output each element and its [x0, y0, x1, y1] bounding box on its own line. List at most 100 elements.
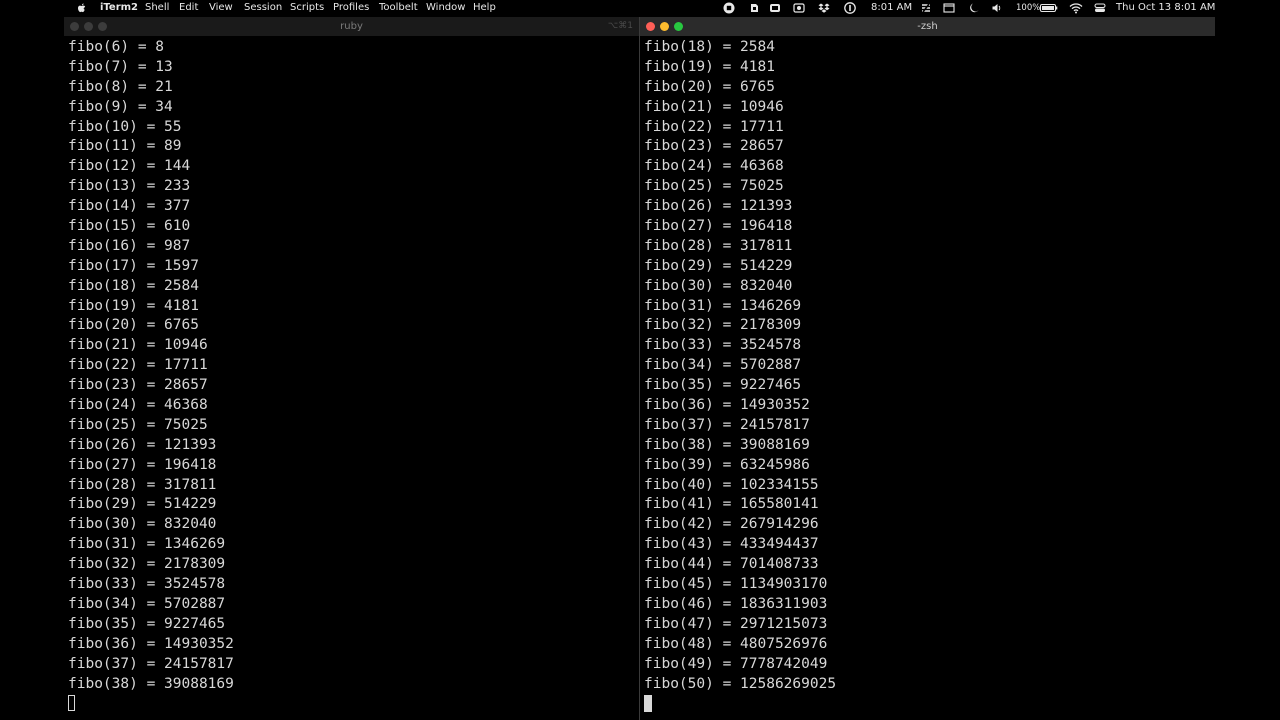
window-title: ruby	[340, 21, 363, 32]
terminal-line: fibo(37) = 24157817	[68, 655, 234, 672]
menu-edit[interactable]: Edit	[179, 0, 198, 16]
menu-scripts[interactable]: Scripts	[290, 0, 324, 16]
menu-bar: iTerm2 Shell Edit View Session Scripts P…	[0, 0, 1280, 16]
terminal-line: fibo(44) = 701408733	[644, 556, 819, 573]
prompt-line[interactable]	[68, 694, 639, 714]
terminal-line: fibo(29) = 514229	[68, 496, 217, 513]
terminal-line: fibo(21) = 10946	[644, 98, 784, 115]
terminal-window-ruby[interactable]: ruby ⌥⌘1 fibo(6) = 8 fibo(7) = 13 fibo(8) …	[64, 17, 639, 720]
terminal-line: fibo(11) = 89	[68, 138, 182, 155]
terminal-line: fibo(6) = 8	[68, 39, 165, 55]
terminal-line: fibo(17) = 1597	[68, 257, 199, 274]
menu-time-short[interactable]: 8:01 AM	[871, 0, 912, 16]
terminal-line: fibo(28) = 317811	[644, 237, 793, 254]
battery-percent[interactable]: 100%	[1016, 0, 1040, 16]
terminal-line: fibo(12) = 144	[68, 158, 191, 175]
menu-window[interactable]: Window	[426, 0, 465, 16]
cursor	[68, 695, 75, 712]
terminal-line: fibo(46) = 1836311903	[644, 595, 828, 612]
terminal-line: fibo(33) = 3524578	[68, 576, 226, 593]
terminal-line: fibo(37) = 24157817	[644, 416, 810, 433]
minimize-button[interactable]	[660, 22, 669, 31]
terminal-line: fibo(18) = 2584	[644, 39, 775, 55]
terminal-line: fibo(30) = 832040	[68, 516, 217, 533]
terminal-line: fibo(34) = 5702887	[68, 595, 226, 612]
terminal-line: fibo(38) = 39088169	[68, 675, 234, 692]
stripes-icon[interactable]	[920, 2, 932, 14]
terminal-line: fibo(28) = 317811	[68, 476, 217, 493]
onepassword-icon[interactable]	[844, 2, 856, 14]
terminal-line: fibo(15) = 610	[68, 218, 191, 235]
menu-app-name[interactable]: iTerm2	[100, 0, 138, 16]
maximize-button[interactable]	[98, 22, 107, 31]
terminal-line: fibo(14) = 377	[68, 198, 191, 215]
terminal-line: fibo(23) = 28657	[68, 377, 208, 394]
menu-help[interactable]: Help	[473, 0, 496, 16]
window-titlebar[interactable]: -zsh	[640, 17, 1215, 36]
battery-icon[interactable]	[1040, 2, 1058, 14]
evernote-icon[interactable]	[748, 2, 760, 14]
terminal-line: fibo(10) = 55	[68, 118, 182, 135]
terminal-line: fibo(29) = 514229	[644, 257, 793, 274]
control-center-icon[interactable]	[1094, 2, 1106, 14]
terminal-line: fibo(19) = 4181	[644, 58, 775, 75]
maximize-button[interactable]	[674, 22, 683, 31]
screen-icon[interactable]	[769, 2, 781, 14]
menu-profiles[interactable]: Profiles	[333, 0, 369, 16]
terminal-line: fibo(42) = 267914296	[644, 516, 819, 533]
menu-toolbelt[interactable]: Toolbelt	[379, 0, 418, 16]
terminal-line: fibo(20) = 6765	[644, 78, 775, 95]
dropbox-icon[interactable]	[818, 2, 830, 14]
terminal-line: fibo(24) = 46368	[68, 397, 208, 414]
terminal-line: fibo(31) = 1346269	[644, 297, 802, 314]
terminal-line: fibo(40) = 102334155	[644, 476, 819, 493]
terminal-line: fibo(47) = 2971215073	[644, 615, 828, 632]
terminal-line: fibo(33) = 3524578	[644, 337, 802, 354]
terminal-line: fibo(38) = 39088169	[644, 436, 810, 453]
terminal-line: fibo(25) = 75025	[68, 416, 208, 433]
terminal-line: fibo(36) = 14930352	[68, 635, 234, 652]
terminal-line: fibo(35) = 9227465	[644, 377, 802, 394]
terminal-line: fibo(43) = 433494437	[644, 536, 819, 553]
terminal-line: fibo(7) = 13	[68, 58, 173, 75]
menu-session[interactable]: Session	[244, 0, 282, 16]
terminal-line: fibo(32) = 2178309	[68, 556, 226, 573]
terminal-line: fibo(48) = 4807526976	[644, 635, 828, 652]
moon-icon[interactable]	[968, 2, 980, 14]
terminal-output[interactable]: fibo(6) = 8 fibo(7) = 13 fibo(8) = 21 fibo(…	[68, 38, 639, 720]
terminal-line: fibo(25) = 75025	[644, 178, 784, 195]
close-button[interactable]	[70, 22, 79, 31]
wifi-icon[interactable]	[1069, 2, 1083, 14]
terminal-line: fibo(8) = 21	[68, 78, 173, 95]
terminal-line: fibo(45) = 1134903170	[644, 576, 828, 593]
terminal-window-zsh[interactable]: -zsh fibo(18) = 2584 fibo(19) = 4181 fibo(…	[640, 17, 1215, 720]
menu-shell[interactable]: Shell	[145, 0, 169, 16]
menu-view[interactable]: View	[209, 0, 233, 16]
minimize-button[interactable]	[84, 22, 93, 31]
terminal-line: fibo(36) = 14930352	[644, 397, 810, 414]
camera-icon[interactable]	[793, 2, 805, 14]
volume-icon[interactable]	[991, 2, 1003, 14]
window-titlebar[interactable]: ruby ⌥⌘1	[64, 17, 639, 36]
terminal-line: fibo(34) = 5702887	[644, 357, 802, 374]
terminal-line: fibo(16) = 987	[68, 237, 191, 254]
terminal-line: fibo(32) = 2178309	[644, 317, 802, 334]
apple-icon[interactable]	[76, 2, 88, 14]
terminal-line: fibo(19) = 4181	[68, 297, 199, 314]
terminal-line: fibo(27) = 196418	[644, 218, 793, 235]
record-icon[interactable]	[723, 2, 735, 14]
terminal-output[interactable]: fibo(18) = 2584 fibo(19) = 4181 fibo(20) =…	[644, 38, 1215, 720]
terminal-line: fibo(31) = 1346269	[68, 536, 226, 553]
prompt-line[interactable]	[644, 694, 1215, 714]
terminal-line: fibo(41) = 165580141	[644, 496, 819, 513]
terminal-line: fibo(30) = 832040	[644, 277, 793, 294]
terminal-line: fibo(20) = 6765	[68, 317, 199, 334]
window-shortcut: ⌥⌘1	[607, 21, 633, 31]
close-button[interactable]	[646, 22, 655, 31]
terminal-line: fibo(23) = 28657	[644, 138, 784, 155]
terminal-line: fibo(50) = 12586269025	[644, 675, 837, 692]
finder-window-icon[interactable]	[943, 2, 955, 14]
terminal-line: fibo(22) = 17711	[644, 118, 784, 135]
terminal-line: fibo(26) = 121393	[644, 198, 793, 215]
menu-clock[interactable]: Thu Oct 13 8:01 AM	[1116, 0, 1215, 16]
